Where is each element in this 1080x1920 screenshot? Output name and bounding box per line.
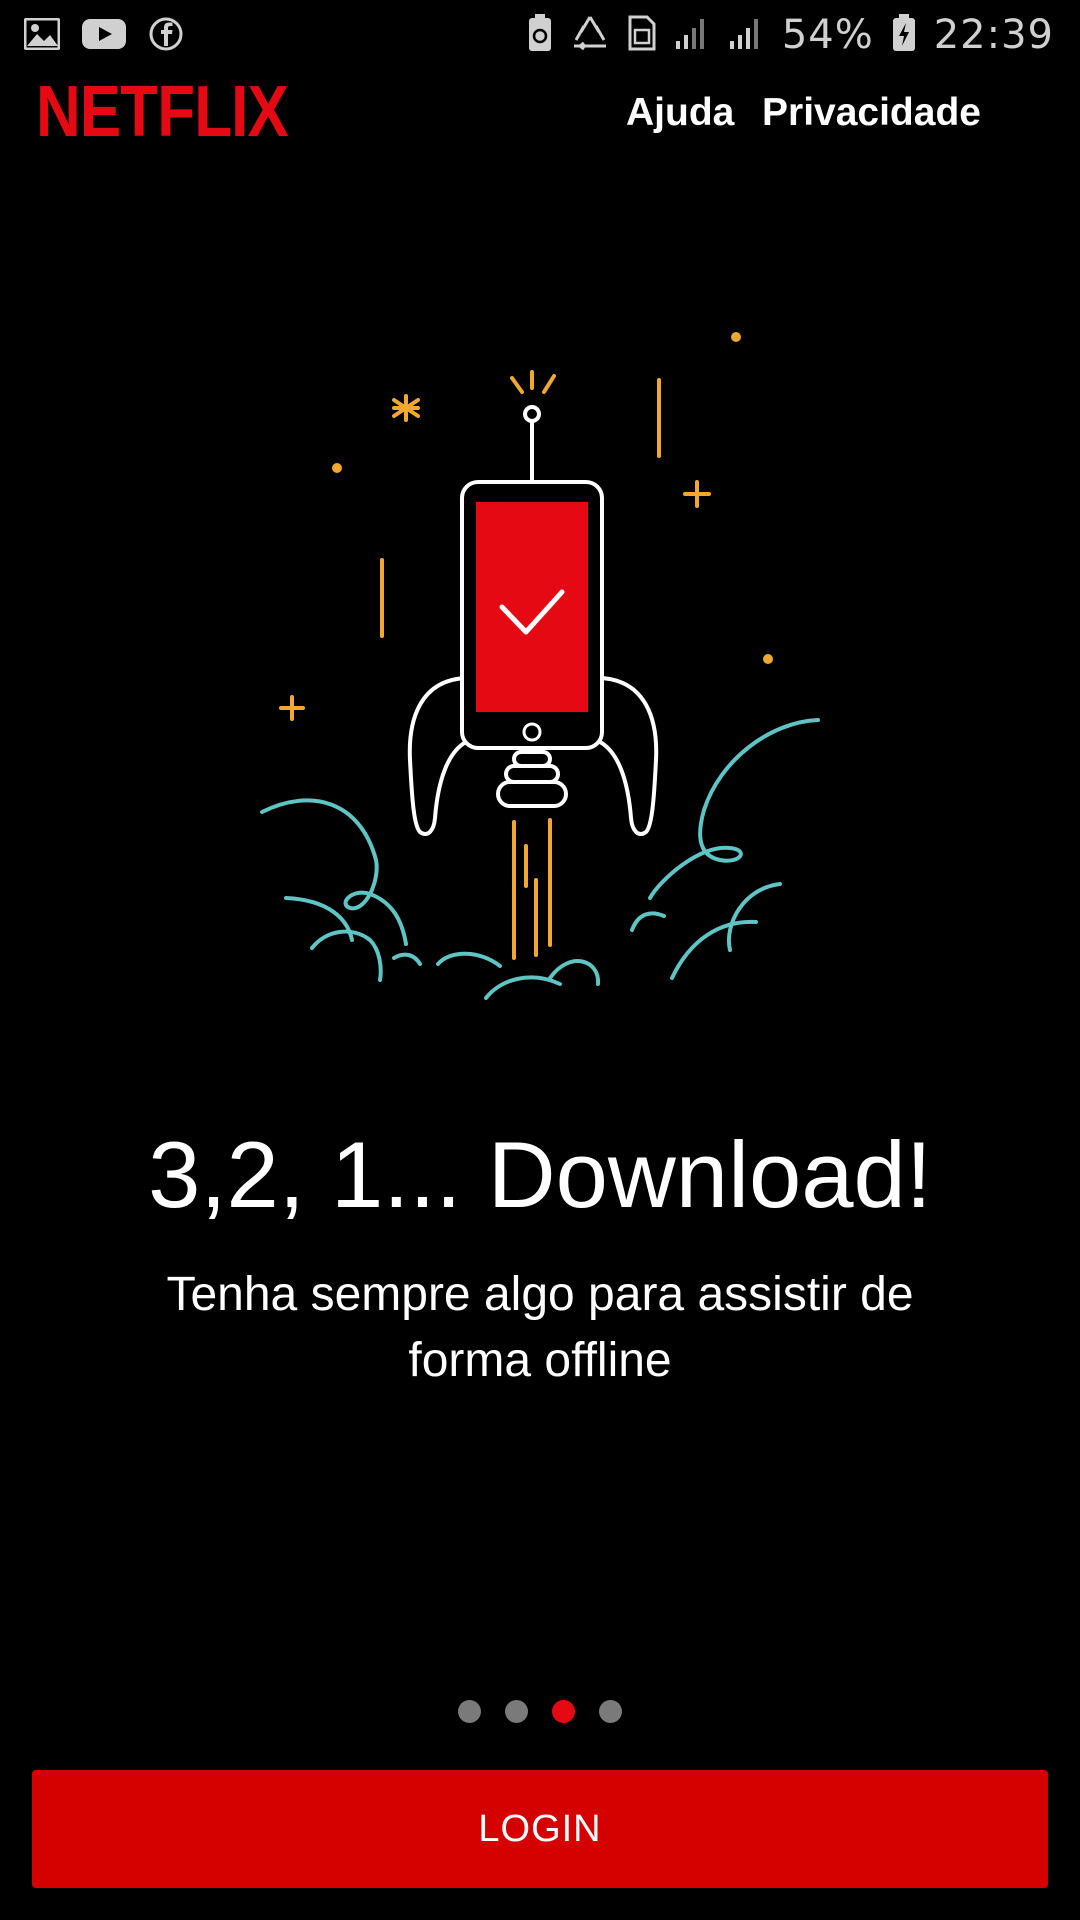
netflix-onboarding-screen: 54% 22:39 NETFLIX Ajuda Privacidade 3,2,… bbox=[0, 0, 1080, 1920]
pagination-dot[interactable] bbox=[552, 1700, 575, 1723]
rocket-phone-icon bbox=[260, 332, 820, 1000]
help-link[interactable]: Ajuda bbox=[626, 88, 734, 138]
pagination-dot[interactable] bbox=[599, 1700, 622, 1723]
status-system: 54% 22:39 bbox=[528, 12, 1054, 58]
youtube-icon bbox=[82, 18, 126, 55]
battery-saver-icon bbox=[528, 13, 552, 57]
login-button[interactable]: LOGIN bbox=[32, 1770, 1048, 1888]
recycle-icon bbox=[570, 14, 610, 57]
signal-2-icon bbox=[728, 15, 764, 56]
gallery-icon bbox=[23, 17, 61, 55]
sim-icon bbox=[628, 15, 656, 56]
clock: 22:39 bbox=[933, 12, 1054, 58]
status-notifications bbox=[23, 16, 184, 57]
battery-charging-icon bbox=[892, 13, 916, 57]
netflix-logo: NETFLIX bbox=[36, 72, 289, 152]
slide-title: 3,2, 1... Download! bbox=[148, 1122, 932, 1227]
pagination-dots bbox=[0, 1700, 1080, 1723]
privacy-link[interactable]: Privacidade bbox=[762, 88, 981, 138]
battery-percentage: 54% bbox=[781, 12, 874, 58]
pagination-dot[interactable] bbox=[458, 1700, 481, 1723]
pagination-dot[interactable] bbox=[505, 1700, 528, 1723]
facebook-icon bbox=[148, 16, 184, 57]
status-bar: 54% 22:39 bbox=[0, 0, 1080, 72]
slide-subtitle: Tenha sempre algo para assistir de forma… bbox=[166, 1268, 914, 1387]
signal-1-icon bbox=[674, 15, 710, 56]
